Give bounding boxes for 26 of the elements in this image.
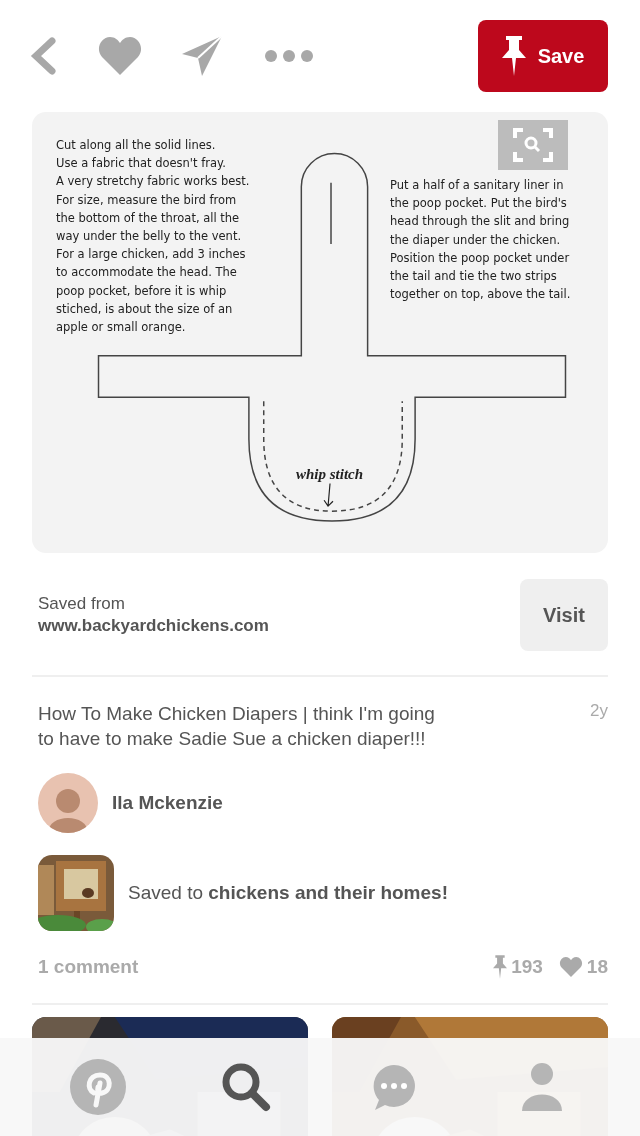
board-text[interactable]: Saved to chickens and their homes! [128,882,448,904]
user-avatar[interactable] [38,773,98,833]
save-button[interactable]: Save [478,20,608,92]
back-button[interactable] [28,37,58,75]
stitch-label: whip stitch [296,466,364,483]
like-count: 18 [586,956,608,978]
person-icon [522,1063,562,1111]
instructions-text: Put a half of a sanitary liner in the poop pocket. Put the bird's head through the slit and bring the diaper under the chicken. Position the poop pocket under the tail and tie the two strips together on top, above the tail. [390,177,571,304]
heart-icon [558,957,583,977]
save-count: 193 [511,956,543,978]
more-button[interactable] [264,49,314,63]
pin-age: 2y [590,701,608,722]
send-button[interactable] [182,36,224,76]
zoom-search-icon [513,128,553,162]
saved-from-label: Saved from [38,594,126,614]
source-link[interactable]: www.backyardchickens.com [38,616,269,636]
chat-bubble-icon [371,1063,417,1111]
search-icon [221,1062,271,1112]
visual-search-button[interactable] [498,120,568,170]
pin-description: How To Make Chicken Diapers | think I'm going to have to make Sadie Sue a chicken diaper!!! [38,702,436,751]
instructions-text: Cut along all the solid lines. Use a fabric that doesn't fray. A very stretchy fabric works best. For size, measure the bird from the bottom of the throat, all the way under the belly to the vent. For a large chicken, add 3 inches to accommodate the head. The poop pocket, before it is whip stiched, is about the size of an apple or small orange. [56,137,250,337]
visit-button[interactable]: Visit [520,579,608,651]
user-name[interactable]: Ila Mckenzie [112,792,223,814]
pin-image[interactable] [32,112,608,553]
pin-logo-icon [70,1059,126,1115]
like-button[interactable] [98,37,142,75]
